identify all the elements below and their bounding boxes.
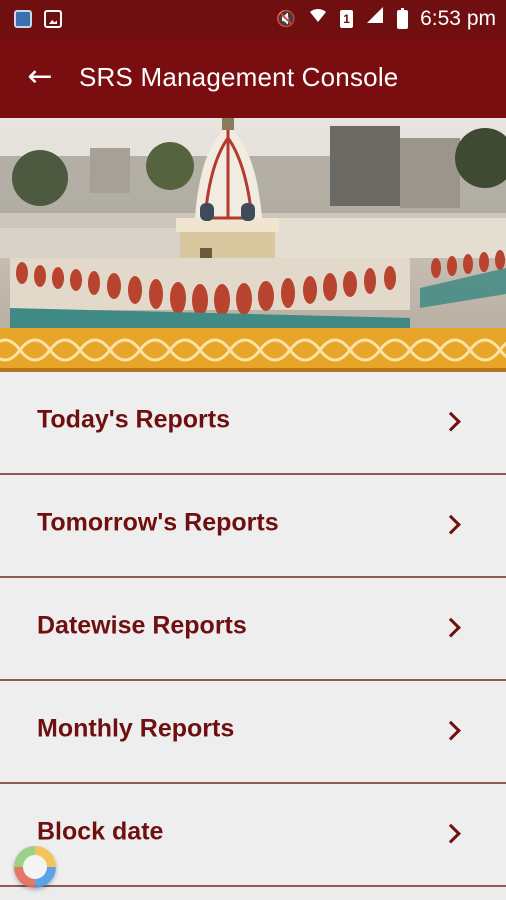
gallery-icon [44,10,62,28]
menu-item-label: Datewise Reports [37,611,247,640]
status-bar: 🔇 1 6:53 pm [0,0,506,38]
page-title: SRS Management Console [79,62,399,92]
reports-menu: Today's Reports Tomorrow's Reports Datew… [0,372,506,887]
chevron-right-icon [441,617,461,637]
menu-item-block-date[interactable]: Block date [0,784,506,887]
back-arrow-icon[interactable]: ← [22,60,58,96]
sync-icon [14,10,32,28]
status-right-icons: 🔇 1 6:53 pm [276,6,496,32]
menu-item-datewise-reports[interactable]: Datewise Reports [0,578,506,681]
chevron-right-icon [441,823,461,843]
chevron-right-icon [441,411,461,431]
battery-icon [397,7,409,29]
sim-icon: 1 [340,10,354,28]
menu-item-monthly-reports[interactable]: Monthly Reports [0,681,506,784]
app-bar: ← SRS Management Console [0,38,506,118]
menu-item-tomorrows-reports[interactable]: Tomorrow's Reports [0,475,506,578]
chevron-right-icon [441,720,461,740]
menu-item-todays-reports[interactable]: Today's Reports [0,372,506,475]
menu-item-label: Block date [37,817,164,846]
decorative-pattern-strip [0,328,506,372]
floating-assistant-button[interactable] [14,846,56,888]
chevron-right-icon [441,514,461,534]
menu-item-label: Today's Reports [37,405,231,434]
menu-item-label: Tomorrow's Reports [37,508,279,537]
signal-icon [365,6,385,32]
banner-image [0,118,506,328]
wifi-icon [308,6,328,32]
mute-icon: 🔇 [276,9,297,28]
status-left-icons [14,10,62,28]
status-time: 6:53 pm [420,7,496,30]
menu-item-label: Monthly Reports [37,714,235,743]
